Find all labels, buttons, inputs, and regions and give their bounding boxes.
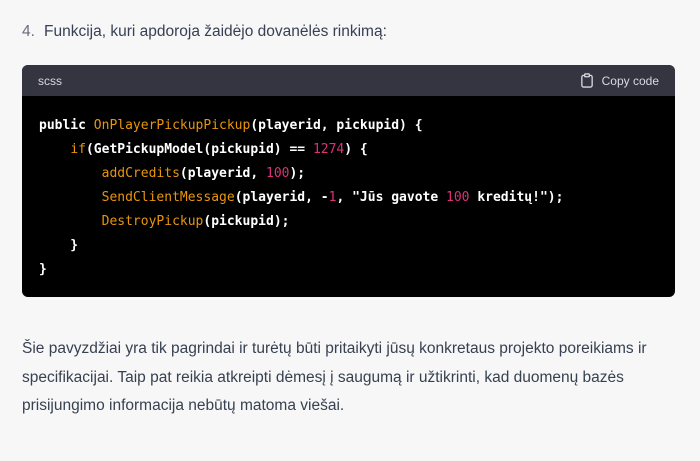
code-token: public — [39, 118, 94, 133]
code-token: (pickupid); — [203, 214, 290, 229]
code-token: ) { — [344, 142, 368, 157]
code-token: } — [39, 262, 47, 277]
code-token: ); — [289, 166, 306, 181]
list-item-text: Funkcija, kuri apdoroja žaidėjo dovanėlė… — [44, 23, 387, 40]
list-number: 4. — [22, 23, 35, 40]
code-line: public OnPlayerPickupPickup(playerid, pi… — [39, 114, 658, 138]
code-token: 100 — [266, 166, 290, 181]
code-line: if(GetPickupModel(pickupid) == 1274) { — [39, 138, 658, 162]
code-token: addCredits — [101, 166, 180, 181]
code-token: OnPlayerPickupPickup — [93, 118, 251, 133]
list-item-4: 4. Funkcija, kuri apdoroja žaidėjo dovanė… — [22, 22, 387, 42]
code-body: public OnPlayerPickupPickup(playerid, pi… — [22, 96, 675, 282]
code-token: kreditų!"); — [469, 190, 564, 205]
clipboard-icon — [580, 73, 594, 88]
code-line: addCredits(playerid, 100); — [39, 162, 658, 186]
code-line: DestroyPickup(pickupid); — [39, 210, 658, 234]
code-token: SendClientMessage — [101, 190, 235, 205]
code-token: (GetPickupModel(pickupid) == — [85, 142, 313, 157]
code-token: 100 — [446, 190, 470, 205]
code-line: SendClientMessage(playerid, -1, "Jūs gav… — [39, 186, 658, 210]
code-language-label: scss — [38, 73, 62, 88]
copy-code-button[interactable]: Copy code — [580, 73, 659, 88]
code-token: if — [70, 142, 86, 157]
explanation-paragraph: Šie pavyzdžiai yra tik pagrindai ir turė… — [22, 340, 647, 414]
code-token: 1274 — [312, 142, 345, 157]
code-line: } — [39, 258, 658, 282]
code-token: (playerid, - — [234, 190, 329, 205]
copy-code-label: Copy code — [601, 73, 659, 88]
code-token: } — [39, 238, 79, 253]
code-token: (playerid, — [179, 166, 266, 181]
code-token: DestroyPickup — [101, 214, 204, 229]
code-token: (playerid, pickupid) { — [250, 118, 423, 133]
code-token: , "Jūs gavote — [336, 190, 447, 205]
code-line: } — [39, 234, 658, 258]
code-block: scss Copy code public OnPlayerPickupPick… — [22, 65, 675, 297]
code-header: scss Copy code — [22, 65, 675, 96]
